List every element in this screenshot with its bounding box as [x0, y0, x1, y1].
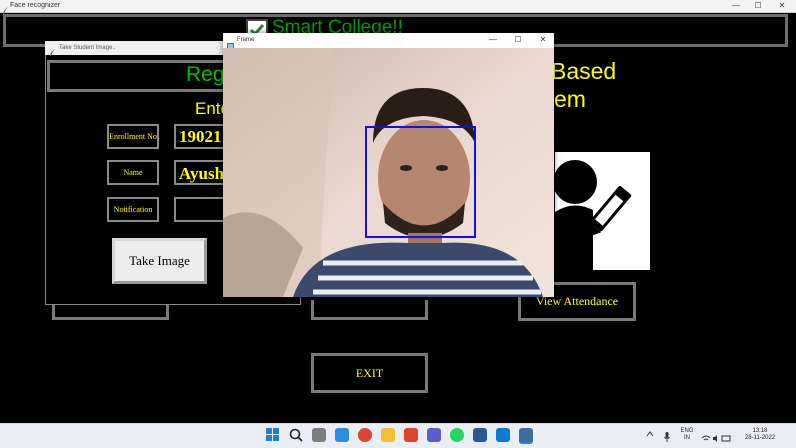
take-student-image-title: Take Student Image.. [59, 45, 116, 51]
main-window-title: Face recognizer [10, 2, 61, 9]
vscode-icon[interactable] [496, 428, 510, 442]
language-code: ENG [680, 428, 694, 434]
frame-title-bar: Frame — ☐ ✕ [223, 33, 555, 50]
minimize-button[interactable]: — [724, 0, 748, 12]
whatsapp-icon[interactable] [450, 428, 464, 442]
main-heading-line1: Based [551, 58, 617, 84]
clock-date: 28-11-2022 [744, 435, 776, 441]
word-icon[interactable] [473, 428, 487, 442]
notification-label: Notification [107, 197, 159, 222]
start-icon[interactable] [266, 428, 280, 442]
clock[interactable]: 13:18 28-11-2022 [740, 428, 780, 442]
frame-close-button[interactable]: ✕ [531, 34, 555, 46]
task-view-icon[interactable] [312, 428, 326, 442]
name-label: Name [107, 160, 159, 185]
close-button[interactable]: ✕ [770, 0, 794, 12]
main-center-button[interactable] [311, 300, 428, 320]
widgets-icon[interactable] [335, 428, 349, 442]
clock-time: 13:18 [752, 428, 768, 434]
main-title-bar: Face recognizer — ☐ ✕ [0, 0, 796, 14]
network-volume-battery-icons[interactable] [701, 430, 731, 442]
attendance-icon[interactable] [553, 152, 650, 270]
python-icon[interactable] [519, 428, 533, 444]
search-icon[interactable] [289, 428, 303, 442]
app-feather-icon [2, 2, 9, 14]
chevron-up-icon[interactable] [646, 430, 654, 438]
chrome-icon[interactable] [358, 428, 372, 442]
microphone-icon[interactable] [664, 429, 670, 442]
frame-app-icon [227, 37, 234, 50]
feather-icon [49, 44, 56, 56]
frame-title: Frame [237, 37, 255, 43]
registration-title: Reg [186, 63, 225, 86]
teams-icon[interactable] [427, 428, 441, 442]
frame-minimize-button[interactable]: — [481, 34, 505, 46]
language-indicator[interactable]: ENG IN [678, 428, 696, 442]
taskbar [0, 423, 796, 448]
file-explorer-icon[interactable] [381, 428, 395, 442]
maximize-button[interactable]: ☐ [746, 0, 770, 12]
main-heading-line2: em [554, 86, 586, 112]
take-image-button[interactable]: Take Image [112, 238, 207, 284]
language-region: IN [684, 435, 690, 441]
brave-icon[interactable] [404, 428, 418, 442]
frame-maximize-button[interactable]: ☐ [506, 34, 530, 46]
exit-button[interactable]: EXIT [311, 353, 428, 393]
face-detection-box [365, 126, 476, 238]
enrollment-label: Enrollment No [107, 124, 159, 149]
